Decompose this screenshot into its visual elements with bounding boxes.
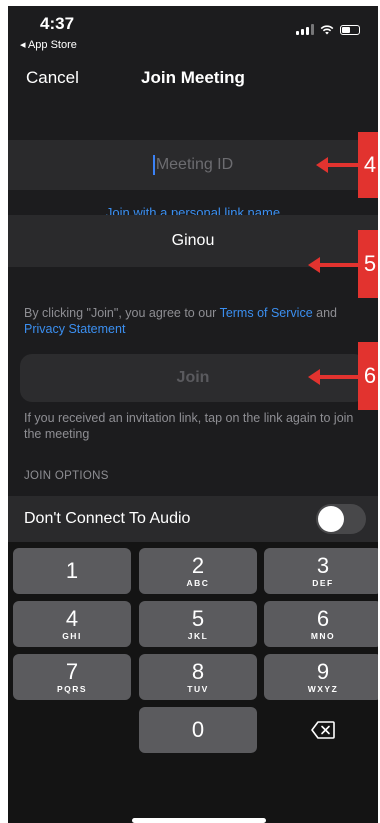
annotation-arrow	[308, 257, 360, 273]
keypad-key-7[interactable]: 7 PQRS	[13, 654, 131, 700]
key-letters: JKL	[187, 630, 209, 641]
text-caret	[152, 155, 155, 175]
keypad-delete-button[interactable]	[264, 707, 378, 753]
keypad-key-8[interactable]: 8 TUV	[139, 654, 257, 700]
terms-prefix: By clicking "Join", you agree to our	[24, 306, 220, 320]
keypad-key-2[interactable]: 2 ABC	[139, 548, 257, 594]
annotation-badge-4: 4	[358, 132, 378, 198]
key-number: 2	[191, 552, 205, 578]
battery-icon	[340, 24, 360, 35]
status-icons	[296, 24, 360, 35]
key-letters: ABC	[186, 577, 210, 588]
key-letters: TUV	[187, 683, 209, 694]
numeric-keypad: 1 2 ABC 3 DEF 4 GHI 5 JKL 6 MNO 7 PQRS 8…	[8, 542, 378, 823]
toggle-knob	[318, 506, 344, 532]
invitation-note: If you received an invitation link, tap …	[24, 411, 354, 441]
keypad-key-3[interactable]: 3 DEF	[264, 548, 378, 594]
key-number: 6	[316, 605, 330, 631]
cancel-button[interactable]: Cancel	[26, 68, 79, 88]
key-number: 9	[316, 658, 330, 684]
join-options-header: JOIN OPTIONS	[24, 470, 109, 482]
keypad-key-4[interactable]: 4 GHI	[13, 601, 131, 647]
phone-screen: 4:37 ◂ App Store Join Meeting Cancel Mee…	[8, 6, 378, 823]
dont-connect-audio-row: Don't Connect To Audio	[8, 496, 378, 542]
back-to-app-store-link[interactable]: ◂ App Store	[20, 38, 77, 51]
annotation-arrow	[308, 369, 360, 385]
keypad-key-6[interactable]: 6 MNO	[264, 601, 378, 647]
privacy-statement-link[interactable]: Privacy Statement	[24, 322, 125, 336]
terms-middle: and	[312, 306, 337, 320]
status-time: 4:37	[40, 14, 75, 33]
key-letters: DEF	[312, 577, 334, 588]
annotation-badge-6: 6	[358, 342, 378, 410]
display-name-value: Ginou	[171, 232, 215, 249]
keypad-key-9[interactable]: 9 WXYZ	[264, 654, 378, 700]
terms-of-service-link[interactable]: Terms of Service	[220, 306, 313, 320]
key-number: 4	[65, 605, 79, 631]
display-name-input[interactable]: Ginou	[8, 215, 378, 267]
key-number: 0	[191, 717, 205, 742]
dont-connect-audio-toggle[interactable]	[316, 504, 366, 534]
key-number: 1	[65, 558, 79, 583]
keypad-key-5[interactable]: 5 JKL	[139, 601, 257, 647]
annotation-badge-5: 5	[358, 230, 378, 298]
key-letters: PQRS	[56, 683, 88, 694]
wifi-icon	[320, 24, 334, 34]
key-number: 5	[191, 605, 205, 631]
key-number: 8	[191, 658, 205, 684]
keypad-key-0[interactable]: 0	[139, 707, 257, 753]
terms-notice: By clicking "Join", you agree to our Ter…	[24, 305, 366, 337]
key-letters: GHI	[62, 630, 82, 641]
annotation-arrow	[316, 157, 360, 173]
keypad-key-1[interactable]: 1	[13, 548, 131, 594]
cellular-signal-icon	[296, 24, 314, 35]
dont-connect-audio-label: Don't Connect To Audio	[24, 510, 191, 527]
key-letters: WXYZ	[307, 683, 339, 694]
meeting-id-placeholder: Meeting ID	[155, 156, 234, 173]
key-letters: MNO	[310, 630, 336, 641]
key-number: 7	[65, 658, 79, 684]
backspace-icon	[311, 721, 335, 739]
home-indicator	[132, 818, 266, 823]
key-number: 3	[316, 552, 330, 578]
